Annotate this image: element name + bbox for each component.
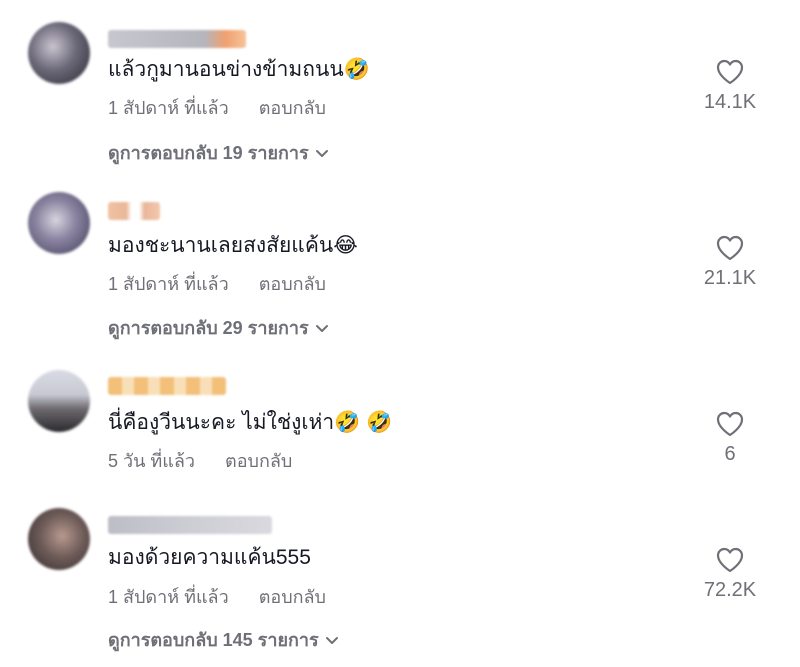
username-blurred[interactable] xyxy=(108,377,226,395)
reply-button[interactable]: ตอบกลับ xyxy=(259,587,326,607)
heart-outline-icon xyxy=(716,235,744,261)
comment-time: 1 สัปดาห์ ที่แล้ว xyxy=(108,587,229,607)
username-blurred[interactable] xyxy=(108,30,246,48)
view-replies-label: ดูการตอบกลับ 145 รายการ xyxy=(108,630,319,650)
like-count: 21.1K xyxy=(703,267,757,289)
comment-text: นี่คืองูวีนนะคะ ไม่ใช่งูเห่า🤣 🤣 xyxy=(108,411,393,434)
chevron-down-icon xyxy=(325,637,338,645)
comment-text: มองด้วยความแค้น555 xyxy=(108,546,311,569)
view-replies-button[interactable]: ดูการตอบกลับ 29 รายการ xyxy=(108,317,329,339)
username-blurred[interactable] xyxy=(108,202,160,220)
reply-button[interactable]: ตอบกลับ xyxy=(259,98,326,118)
avatar[interactable] xyxy=(28,22,90,84)
comment-time: 5 วัน ที่แล้ว xyxy=(108,451,196,471)
like-button[interactable]: 72.2K xyxy=(690,546,770,602)
comment-text: มองชะนานเลยสงสัยแค้น😂 xyxy=(108,234,358,257)
reply-button[interactable]: ตอบกลับ xyxy=(225,451,292,471)
avatar[interactable] xyxy=(28,370,90,432)
like-count: 14.1K xyxy=(703,91,757,113)
comment-time: 1 สัปดาห์ ที่แล้ว xyxy=(108,98,229,118)
view-replies-label: ดูการตอบกลับ 29 รายการ xyxy=(108,318,309,338)
comment-meta: 5 วัน ที่แล้ว ตอบกลับ xyxy=(108,450,292,472)
comment-text: แล้วกูมานอนข่างข้ามถนน🤣 xyxy=(108,58,370,81)
like-button[interactable]: 6 xyxy=(690,410,770,466)
username-blurred[interactable] xyxy=(108,516,272,534)
view-replies-button[interactable]: ดูการตอบกลับ 145 รายการ xyxy=(108,629,339,651)
view-replies-label: ดูการตอบกลับ 19 รายการ xyxy=(108,143,309,163)
reply-button[interactable]: ตอบกลับ xyxy=(259,274,326,294)
like-button[interactable]: 14.1K xyxy=(690,58,770,114)
comment-meta: 1 สัปดาห์ ที่แล้ว ตอบกลับ xyxy=(108,97,326,119)
chevron-down-icon xyxy=(315,325,328,333)
like-count: 72.2K xyxy=(703,579,757,601)
comment-time: 1 สัปดาห์ ที่แล้ว xyxy=(108,274,229,294)
heart-outline-icon xyxy=(716,59,744,85)
view-replies-button[interactable]: ดูการตอบกลับ 19 รายการ xyxy=(108,142,329,164)
chevron-down-icon xyxy=(315,150,328,158)
like-count: 6 xyxy=(724,443,736,465)
avatar[interactable] xyxy=(28,192,90,254)
like-button[interactable]: 21.1K xyxy=(690,234,770,290)
avatar[interactable] xyxy=(28,508,90,570)
comment-meta: 1 สัปดาห์ ที่แล้ว ตอบกลับ xyxy=(108,273,326,295)
heart-outline-icon xyxy=(716,547,744,573)
heart-outline-icon xyxy=(716,411,744,437)
comment-meta: 1 สัปดาห์ ที่แล้ว ตอบกลับ xyxy=(108,586,326,608)
